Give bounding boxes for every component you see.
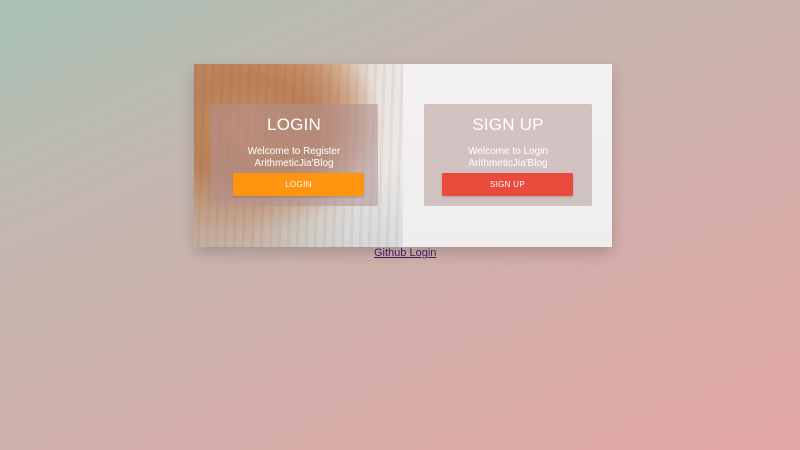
signup-desc-line2: ArithmeticJia'Blog — [468, 158, 548, 169]
signup-panel: SIGN UP Welcome to Login ArithmeticJia'B… — [424, 104, 592, 206]
signup-description: Welcome to Login ArithmeticJia'Blog — [424, 146, 592, 170]
auth-card: LOGIN Welcome to Register ArithmeticJia'… — [194, 64, 612, 247]
login-desc-line2: ArithmeticJia'Blog — [254, 158, 334, 169]
login-panel: LOGIN Welcome to Register ArithmeticJia'… — [210, 104, 378, 206]
github-login-link[interactable]: Github Login — [374, 247, 436, 259]
login-description: Welcome to Register ArithmeticJia'Blog — [210, 146, 378, 170]
signup-button[interactable]: SIGN UP — [442, 173, 573, 196]
login-button[interactable]: LOGIN — [233, 173, 364, 196]
login-desc-line1: Welcome to Register — [247, 146, 341, 157]
signup-title: SIGN UP — [472, 115, 544, 134]
signup-desc-line1: Welcome to Login — [468, 146, 548, 157]
login-title: LOGIN — [267, 115, 321, 134]
